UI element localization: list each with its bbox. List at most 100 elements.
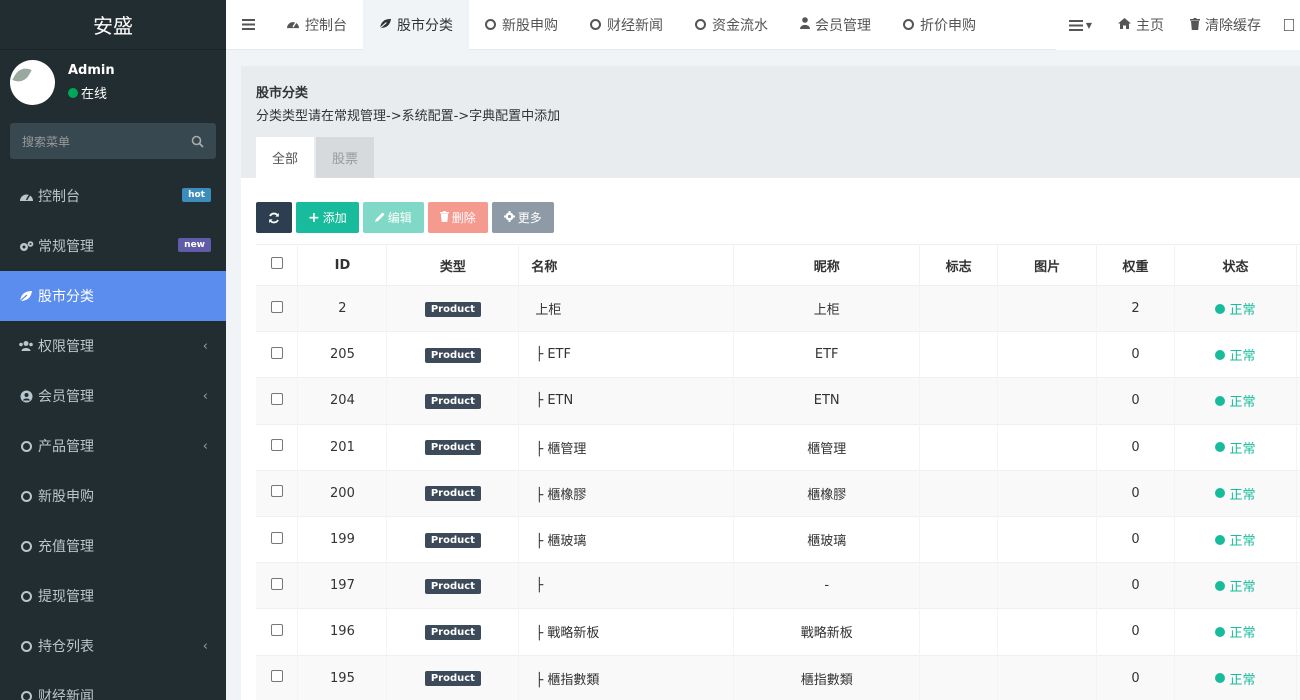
type-label: Product: [424, 578, 481, 594]
status-dot-icon: [1215, 442, 1226, 453]
table-row[interactable]: 199 Product ├ 櫃玻璃 櫃玻璃 0 正常: [256, 515, 1300, 563]
tab-all[interactable]: 全部: [256, 137, 315, 178]
column-header-weight[interactable]: 权重: [1096, 244, 1175, 286]
cell-name: ├: [518, 562, 735, 609]
table-row[interactable]: 200 Product ├ 櫃橡膠 櫃橡膠 0 正常: [256, 469, 1300, 517]
user-status: 在线: [68, 83, 115, 102]
home-link[interactable]: 主页: [1105, 0, 1177, 50]
gear-icon: [503, 210, 515, 225]
row-checkbox[interactable]: [256, 654, 299, 700]
online-dot-icon: [68, 87, 78, 98]
cell-name: ├ ETF: [518, 331, 735, 378]
status-label: 正常: [1229, 395, 1256, 411]
sidebar-item-ipo[interactable]: 新股申购: [0, 471, 226, 521]
sidebar-item-stock-category[interactable]: 股市分类: [0, 271, 226, 321]
table-row[interactable]: 197 Product ├ - 0 正常: [256, 562, 1300, 609]
cell-type: Product: [386, 284, 520, 332]
sidebar-item-label: 权限管理: [38, 339, 94, 355]
table-row[interactable]: 2 Product 上柜 上柜 2 正常: [256, 284, 1300, 332]
leaf-icon: [379, 18, 392, 32]
tab-ipo[interactable]: 新股申购: [469, 0, 574, 50]
clear-cache-label: 清除缓存: [1205, 18, 1261, 34]
cogs-icon: [18, 238, 34, 254]
sidebar-item-members[interactable]: 会员管理 ‹: [0, 371, 226, 421]
row-checkbox[interactable]: [256, 469, 299, 517]
status-label: 正常: [1229, 626, 1256, 642]
row-checkbox[interactable]: [256, 515, 299, 563]
edit-button[interactable]: 编辑: [362, 202, 424, 233]
sidebar-item-label: 财经新闻: [38, 689, 94, 700]
more-button[interactable]: 更多: [491, 202, 554, 233]
row-checkbox[interactable]: [256, 284, 299, 332]
row-checkbox[interactable]: [256, 423, 299, 471]
chevron-left-icon: ‹: [202, 638, 208, 654]
add-button[interactable]: + 添加: [296, 202, 359, 233]
chevron-left-icon: ‹: [202, 388, 208, 404]
cell-name: ├ 櫃管理: [518, 423, 735, 471]
search-input[interactable]: 搜索菜单: [10, 123, 216, 159]
cell-type: Product: [386, 423, 520, 471]
row-checkbox[interactable]: [256, 377, 299, 425]
tab-fund-flow[interactable]: 资金流水: [679, 0, 784, 50]
table-row[interactable]: 204 Product ├ ETN ETN 0 正常: [256, 377, 1300, 425]
table-row[interactable]: 201 Product ├ 櫃管理 櫃管理 0 正常: [256, 423, 1300, 471]
sidebar-item-general[interactable]: 常规管理 new: [0, 221, 226, 271]
cell-weight: 0: [1096, 608, 1175, 655]
cell-image: [997, 562, 1098, 609]
table-row[interactable]: 205 Product ├ ETF ETF 0 正常: [256, 331, 1300, 378]
column-header-nickname[interactable]: 昵称: [733, 244, 921, 286]
sidebar-item-dashboard[interactable]: 控制台 hot: [0, 171, 226, 221]
home-icon: [1118, 18, 1131, 32]
tab-news[interactable]: 财经新闻: [574, 0, 679, 50]
cell-status: 正常: [1174, 469, 1297, 517]
type-label: Product: [424, 347, 481, 363]
column-header-image[interactable]: 图片: [997, 244, 1098, 286]
sidebar-item-news[interactable]: 财经新闻: [0, 671, 226, 700]
table-row[interactable]: 196 Product ├ 戰略新板 戰略新板 0 正常: [256, 608, 1300, 655]
cell-nickname: 櫃指數類: [733, 654, 921, 700]
row-checkbox[interactable]: [256, 331, 299, 378]
tab-members[interactable]: 会员管理: [784, 0, 887, 50]
row-checkbox[interactable]: [256, 608, 299, 655]
status-dot-icon: [1215, 395, 1226, 406]
page-description: 分类类型请在常规管理->系统配置->字典配置中添加: [256, 109, 561, 124]
status-dot-icon: [1215, 673, 1226, 684]
tab-label: 控制台: [305, 17, 347, 34]
sidebar-item-positions[interactable]: 持仓列表 ‹: [0, 621, 226, 671]
circle-icon: [18, 488, 34, 504]
search-icon[interactable]: [191, 135, 204, 148]
tab-stock-category[interactable]: 股市分类: [363, 0, 469, 50]
menu-toggle-icon[interactable]: [226, 0, 270, 50]
cell-status: 正常: [1174, 608, 1297, 655]
column-header-flag[interactable]: 标志: [919, 244, 999, 286]
cell-type: Product: [386, 654, 520, 700]
brand-logo[interactable]: 安盛: [0, 0, 226, 50]
sidebar-item-withdraw[interactable]: 提现管理: [0, 571, 226, 621]
column-header-id[interactable]: ID: [297, 244, 388, 286]
status-label: 正常: [1229, 441, 1256, 457]
sidebar-item-products[interactable]: 产品管理 ‹: [0, 421, 226, 471]
tab-discount-ipo[interactable]: 折价申购: [887, 0, 992, 50]
tabs-dropdown-button[interactable]: ▼: [1056, 0, 1105, 50]
sidebar-item-recharge[interactable]: 充值管理: [0, 521, 226, 571]
delete-button[interactable]: 删除: [427, 202, 488, 233]
type-label: Product: [424, 486, 481, 502]
column-header-type[interactable]: 类型: [386, 244, 520, 286]
clear-cache-button[interactable]: 清除缓存: [1177, 0, 1274, 50]
row-checkbox[interactable]: [256, 562, 299, 609]
cell-weight: 0: [1096, 469, 1175, 517]
cell-id: 201: [297, 423, 388, 471]
cell-name: ├ ETN: [518, 377, 735, 425]
refresh-button[interactable]: [256, 202, 292, 233]
language-icon[interactable]: [1274, 0, 1300, 50]
sidebar-item-permissions[interactable]: 权限管理 ‹: [0, 321, 226, 371]
select-all-checkbox[interactable]: [256, 244, 299, 286]
column-header-status[interactable]: 状态: [1174, 244, 1297, 286]
cell-nickname: ETF: [733, 331, 921, 378]
column-header-name[interactable]: 名称: [518, 244, 735, 286]
tab-dashboard[interactable]: 控制台: [270, 0, 363, 50]
tab-stocks[interactable]: 股票: [316, 137, 375, 178]
toolbar: + 添加 编辑 删除 更多: [256, 202, 558, 233]
table-row[interactable]: 195 Product ├ 櫃指數類 櫃指數類 0 正常: [256, 654, 1300, 700]
cell-type: Product: [386, 331, 520, 378]
